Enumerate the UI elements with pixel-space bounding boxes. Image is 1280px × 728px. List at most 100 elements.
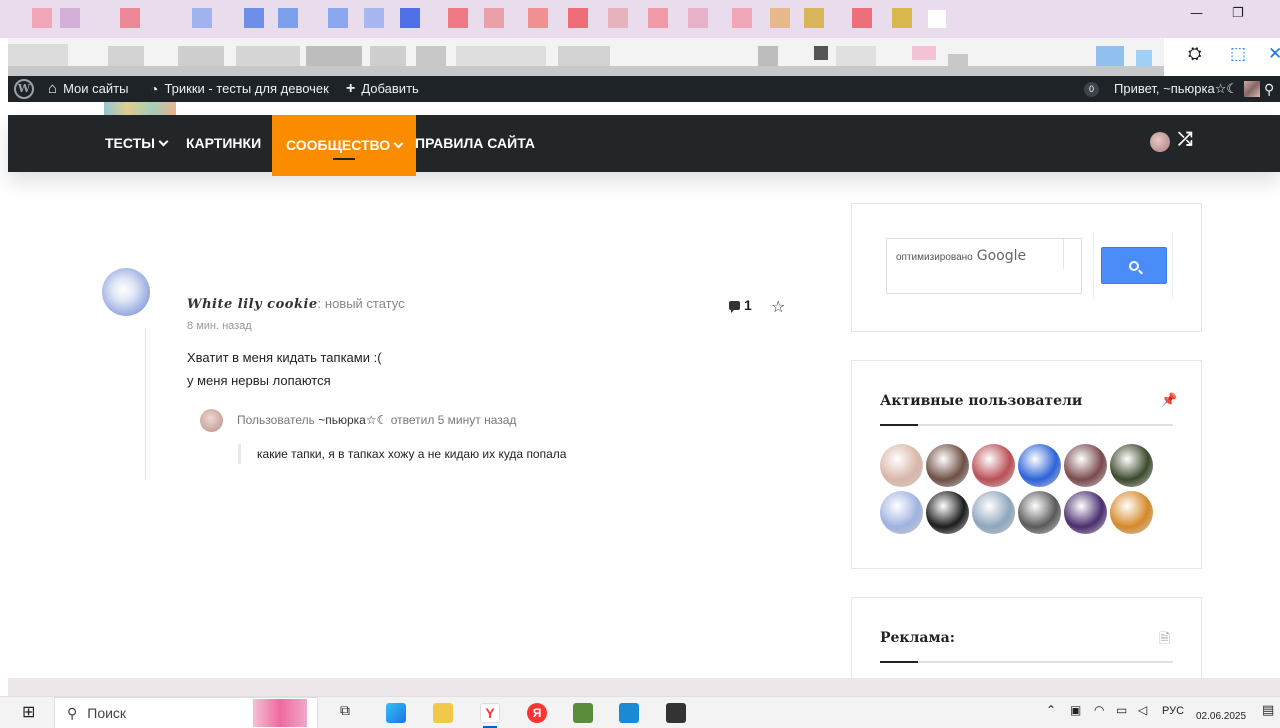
- add-new-menu[interactable]: + Добавить: [346, 76, 419, 102]
- widget-title: Реклама:: [880, 630, 955, 646]
- post-timestamp[interactable]: 8 мин. назад: [187, 320, 252, 332]
- active-user-avatar[interactable]: [880, 491, 923, 534]
- post-action: : новый статус: [317, 296, 405, 311]
- nav-item-pictures[interactable]: КАРТИНКИ: [186, 115, 261, 172]
- active-users-widget: Активные пользователи 📌: [851, 360, 1202, 569]
- nav-item-rules[interactable]: ПРАВИЛА САЙТА: [415, 115, 535, 172]
- task-view-icon[interactable]: ⧉: [340, 703, 350, 719]
- document-icon: 🗎: [1159, 630, 1171, 646]
- active-user-avatar[interactable]: [926, 491, 969, 534]
- pixelated-taskbar-strip: [8, 678, 1280, 696]
- comments-link[interactable]: 1: [729, 297, 752, 313]
- reply-timestamp[interactable]: 5 минут назад: [438, 413, 517, 427]
- ads-widget: Реклама: 🗎: [851, 597, 1202, 687]
- reply-prefix: Пользователь: [237, 413, 315, 427]
- active-users-list: [880, 444, 1170, 534]
- browser-toolbar-icons: ⛭ ⬚ ✕: [1164, 38, 1280, 76]
- search-widget: оптимизировано Google: [851, 203, 1202, 332]
- mail-icon[interactable]: [619, 703, 639, 723]
- flower-icon: [253, 699, 307, 727]
- plus-icon: +: [346, 80, 356, 97]
- reply-content: какие тапки, я в тапках хожу а не кидаю …: [238, 444, 566, 464]
- post-author-avatar[interactable]: [102, 268, 150, 316]
- extension-icon[interactable]: ⬚: [1230, 44, 1246, 64]
- greeting-label: Привет, ~пьюрка☆☾: [1114, 81, 1239, 96]
- chevron-down-icon: [393, 138, 404, 149]
- search-branding-label: оптимизировано: [896, 252, 973, 263]
- active-user-avatar[interactable]: [1110, 491, 1153, 534]
- notifications-icon[interactable]: ▤: [1262, 703, 1274, 718]
- main-navigation: ТЕСТЫ КАРТИНКИ СООБЩЕСТВО ПРАВИЛА САЙТА …: [8, 115, 1280, 176]
- minimize-button[interactable]: —: [1190, 6, 1203, 21]
- widget-title-rule: [880, 661, 1173, 663]
- active-user-avatar[interactable]: [880, 444, 923, 487]
- search-input[interactable]: оптимизировано Google: [886, 238, 1082, 294]
- active-user-avatar[interactable]: [1018, 491, 1061, 534]
- site-name-menu[interactable]: ◔ Трикки - тесты для девочек: [150, 76, 329, 102]
- site-name-label: Трикки - тесты для девочек: [164, 81, 329, 96]
- reply-author-name[interactable]: ~пьюрка☆☾: [318, 413, 387, 427]
- site-logo[interactable]: [104, 102, 176, 115]
- reply-author-avatar[interactable]: [200, 409, 223, 432]
- admin-search[interactable]: ⚲: [1264, 76, 1274, 102]
- battery-icon[interactable]: ▭: [1116, 703, 1127, 717]
- chevron-up-icon[interactable]: ⌃: [1046, 703, 1056, 717]
- pin-icon: 📌: [1161, 392, 1178, 407]
- wp-menu[interactable]: W: [14, 76, 34, 102]
- nav-item-tests[interactable]: ТЕСТЫ: [105, 115, 169, 172]
- sidebar-icon[interactable]: ✕: [1268, 44, 1280, 64]
- my-sites-label: Мои сайты: [63, 81, 129, 96]
- account-avatar: [1244, 81, 1261, 97]
- restore-button[interactable]: ❐: [1232, 6, 1244, 21]
- nav-item-community[interactable]: СООБЩЕСТВО: [272, 115, 417, 176]
- language-indicator[interactable]: РУС: [1162, 705, 1184, 717]
- windows-taskbar: ⊞ ⚲ Поиск ⧉ Y Я ⌃ ▣ ◠ ▭ ◁ РУС 02.06.2025…: [0, 696, 1280, 728]
- nav-item-label: КАРТИНКИ: [186, 135, 262, 151]
- post-line: у меня нервы лопаются: [187, 373, 331, 388]
- search-button[interactable]: [1101, 247, 1167, 284]
- active-user-avatar[interactable]: [1018, 444, 1061, 487]
- active-user-avatar[interactable]: [1064, 491, 1107, 534]
- comments-count-badge: 0: [1084, 81, 1099, 97]
- user-avatar[interactable]: [1150, 132, 1170, 152]
- shield-icon[interactable]: [666, 703, 686, 723]
- reply-header: Пользователь ~пьюрка☆☾ ответил 5 минут н…: [237, 413, 516, 427]
- file-explorer-icon[interactable]: [433, 703, 453, 723]
- active-user-avatar[interactable]: [926, 444, 969, 487]
- my-sites-menu[interactable]: ⌂ Мои сайты: [48, 76, 128, 102]
- pixelated-browser-area: [8, 0, 1164, 78]
- favorite-star-icon[interactable]: ☆: [771, 297, 785, 317]
- taskbar-search[interactable]: ⚲ Поиск: [54, 697, 318, 728]
- active-user-avatar[interactable]: [1064, 444, 1107, 487]
- comment-bubble-icon: [729, 300, 740, 313]
- wifi-icon[interactable]: ◠: [1094, 703, 1104, 717]
- widget-title-rule: [880, 424, 1173, 426]
- nav-item-label: ТЕСТЫ: [105, 135, 155, 151]
- search-divider: [1063, 239, 1064, 269]
- clock-date[interactable]: 02.06.2025: [1196, 711, 1246, 722]
- reply-verb: ответил: [390, 413, 435, 427]
- comments-counter[interactable]: 0: [1084, 76, 1099, 102]
- windows-start-icon[interactable]: ⊞: [22, 702, 35, 721]
- yandex-icon[interactable]: Y: [480, 703, 500, 723]
- nav-item-label: СООБЩЕСТВО: [286, 137, 391, 153]
- game-icon[interactable]: [573, 703, 593, 723]
- house-icon: ⌂: [48, 80, 58, 97]
- shuffle-icon[interactable]: ⤮: [1178, 129, 1192, 150]
- active-user-avatar[interactable]: [972, 444, 1015, 487]
- search-branding: оптимизировано Google: [896, 248, 1026, 264]
- thread-divider: [145, 328, 146, 480]
- device-icon[interactable]: ▣: [1070, 703, 1081, 717]
- search-icon: ⚲: [67, 704, 78, 721]
- account-menu[interactable]: Привет, ~пьюрка☆☾: [1114, 76, 1261, 102]
- post-content: Хватит в меня кидать тапками :( у меня н…: [187, 346, 382, 392]
- post-author-name[interactable]: White lily cookie: [187, 297, 318, 312]
- yandex-browser-icon[interactable]: Я: [527, 703, 547, 723]
- active-user-avatar[interactable]: [1110, 444, 1153, 487]
- active-user-avatar[interactable]: [972, 491, 1015, 534]
- add-new-label: Добавить: [361, 81, 419, 96]
- magnifier-icon: [1129, 260, 1139, 271]
- translate-icon[interactable]: ⛭: [1188, 44, 1202, 64]
- edge-icon[interactable]: [386, 703, 406, 723]
- volume-icon[interactable]: ◁: [1138, 703, 1147, 717]
